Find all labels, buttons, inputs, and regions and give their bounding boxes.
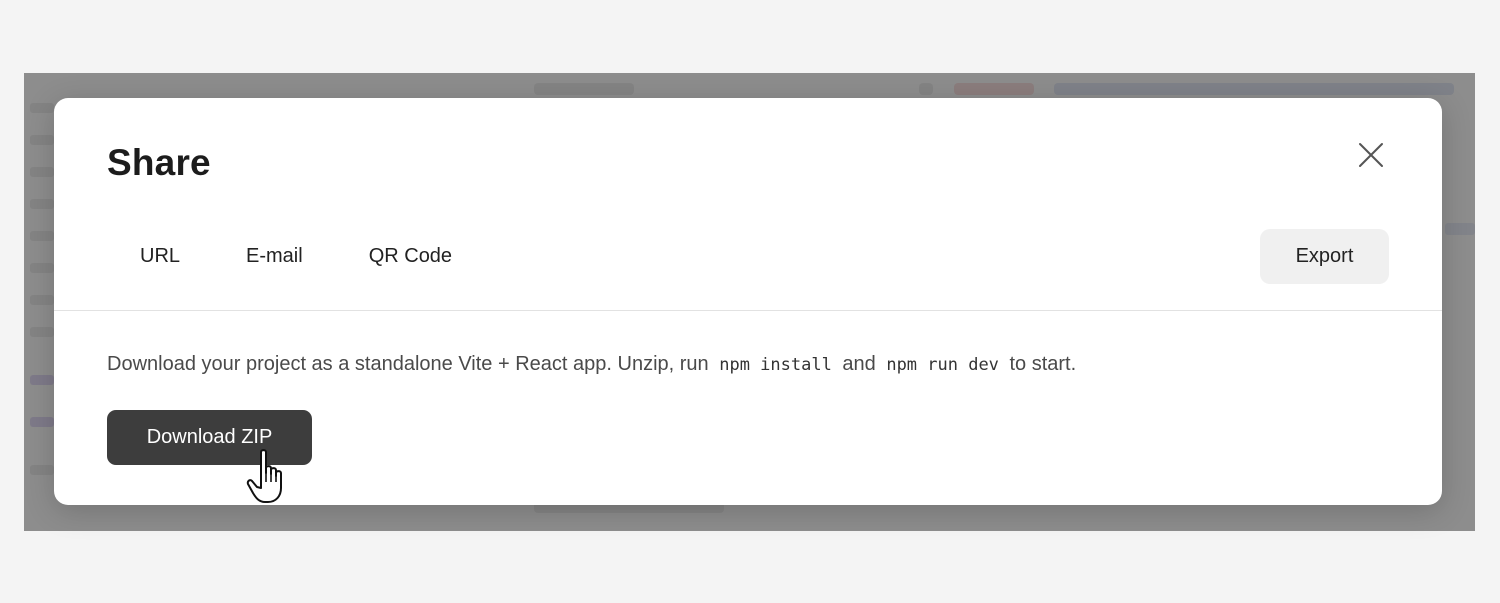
close-icon [1359, 143, 1383, 167]
share-tabs: URL E-mail QR Code [107, 228, 485, 284]
tab-email[interactable]: E-mail [213, 228, 336, 284]
close-button[interactable] [1354, 138, 1388, 172]
export-description: Download your project as a standalone Vi… [107, 353, 1076, 376]
share-modal: Share URL E-mail QR Code Export Download… [54, 98, 1442, 505]
code-npm-install: npm install [719, 355, 832, 375]
code-npm-run-dev: npm run dev [886, 355, 999, 375]
tab-qr-code[interactable]: QR Code [336, 228, 485, 284]
tab-url[interactable]: URL [107, 228, 213, 284]
description-text-1: Download your project as a standalone Vi… [107, 353, 709, 375]
export-button[interactable]: Export [1260, 229, 1389, 284]
tabs-divider [54, 310, 1442, 311]
description-text-3: to start. [1009, 353, 1077, 375]
description-text-2: and [842, 353, 876, 375]
modal-title: Share [107, 142, 211, 183]
download-zip-button[interactable]: Download ZIP [107, 410, 312, 465]
